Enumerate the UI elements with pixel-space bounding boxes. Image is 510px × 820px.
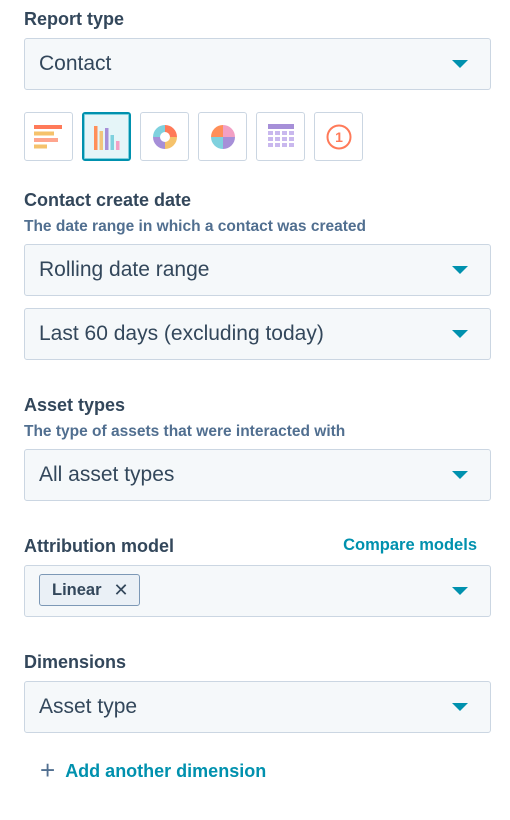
date-range-value: Last 60 days (excluding today) [39,322,324,345]
viz-table-button[interactable] [256,112,305,161]
attribution-tag-label: Linear [52,580,102,599]
pie-chart-icon [210,124,235,149]
chevron-down-icon [452,330,468,338]
add-dimension-button[interactable]: + Add another dimension [40,755,267,785]
asset-types-label: Asset types [24,395,126,415]
date-range-value-select[interactable]: Last 60 days (excluding today) [24,308,491,360]
viz-pie-button[interactable] [198,112,247,161]
remove-tag-icon[interactable]: ✕ [114,581,129,599]
chevron-down-icon [452,703,468,711]
report-type-value: Contact [39,52,112,75]
viz-vertical-bar-button[interactable] [82,112,131,161]
chevron-down-icon [452,587,468,595]
viz-horizontal-bar-button[interactable] [24,112,73,161]
dimensions-value: Asset type [39,695,138,718]
donut-chart-icon [152,124,177,149]
date-range-type-value: Rolling date range [39,258,210,281]
dimensions-label: Dimensions [24,652,127,672]
create-date-help: The date range in which a contact was cr… [24,218,366,235]
viz-donut-button[interactable] [140,112,189,161]
add-dimension-label: Add another dimension [65,761,267,781]
dimensions-select[interactable]: Asset type [24,681,491,733]
create-date-label: Contact create date [24,190,192,210]
plus-icon: + [40,755,56,785]
chevron-down-icon [452,266,468,274]
asset-types-value: All asset types [39,463,175,486]
attribution-model-label: Attribution model [24,536,174,556]
chevron-down-icon [452,471,468,479]
horizontal-bar-chart-icon [33,124,62,148]
compare-models-link[interactable]: Compare models [343,536,477,555]
single-value-icon: 1 [326,124,351,149]
asset-types-help: The type of assets that were interacted … [24,423,346,440]
attribution-model-select[interactable]: Linear ✕ [24,565,491,617]
report-type-label: Report type [24,9,125,29]
asset-types-select[interactable]: All asset types [24,449,491,501]
table-icon [267,123,294,150]
single-value-text: 1 [335,129,343,145]
viz-single-value-button[interactable]: 1 [314,112,363,161]
date-range-type-select[interactable]: Rolling date range [24,244,491,296]
chevron-down-icon [452,60,468,68]
attribution-tag: Linear ✕ [39,574,140,606]
visualization-picker: 1 [24,112,363,161]
vertical-bar-chart-icon [93,125,119,150]
report-type-select[interactable]: Contact [24,38,491,90]
